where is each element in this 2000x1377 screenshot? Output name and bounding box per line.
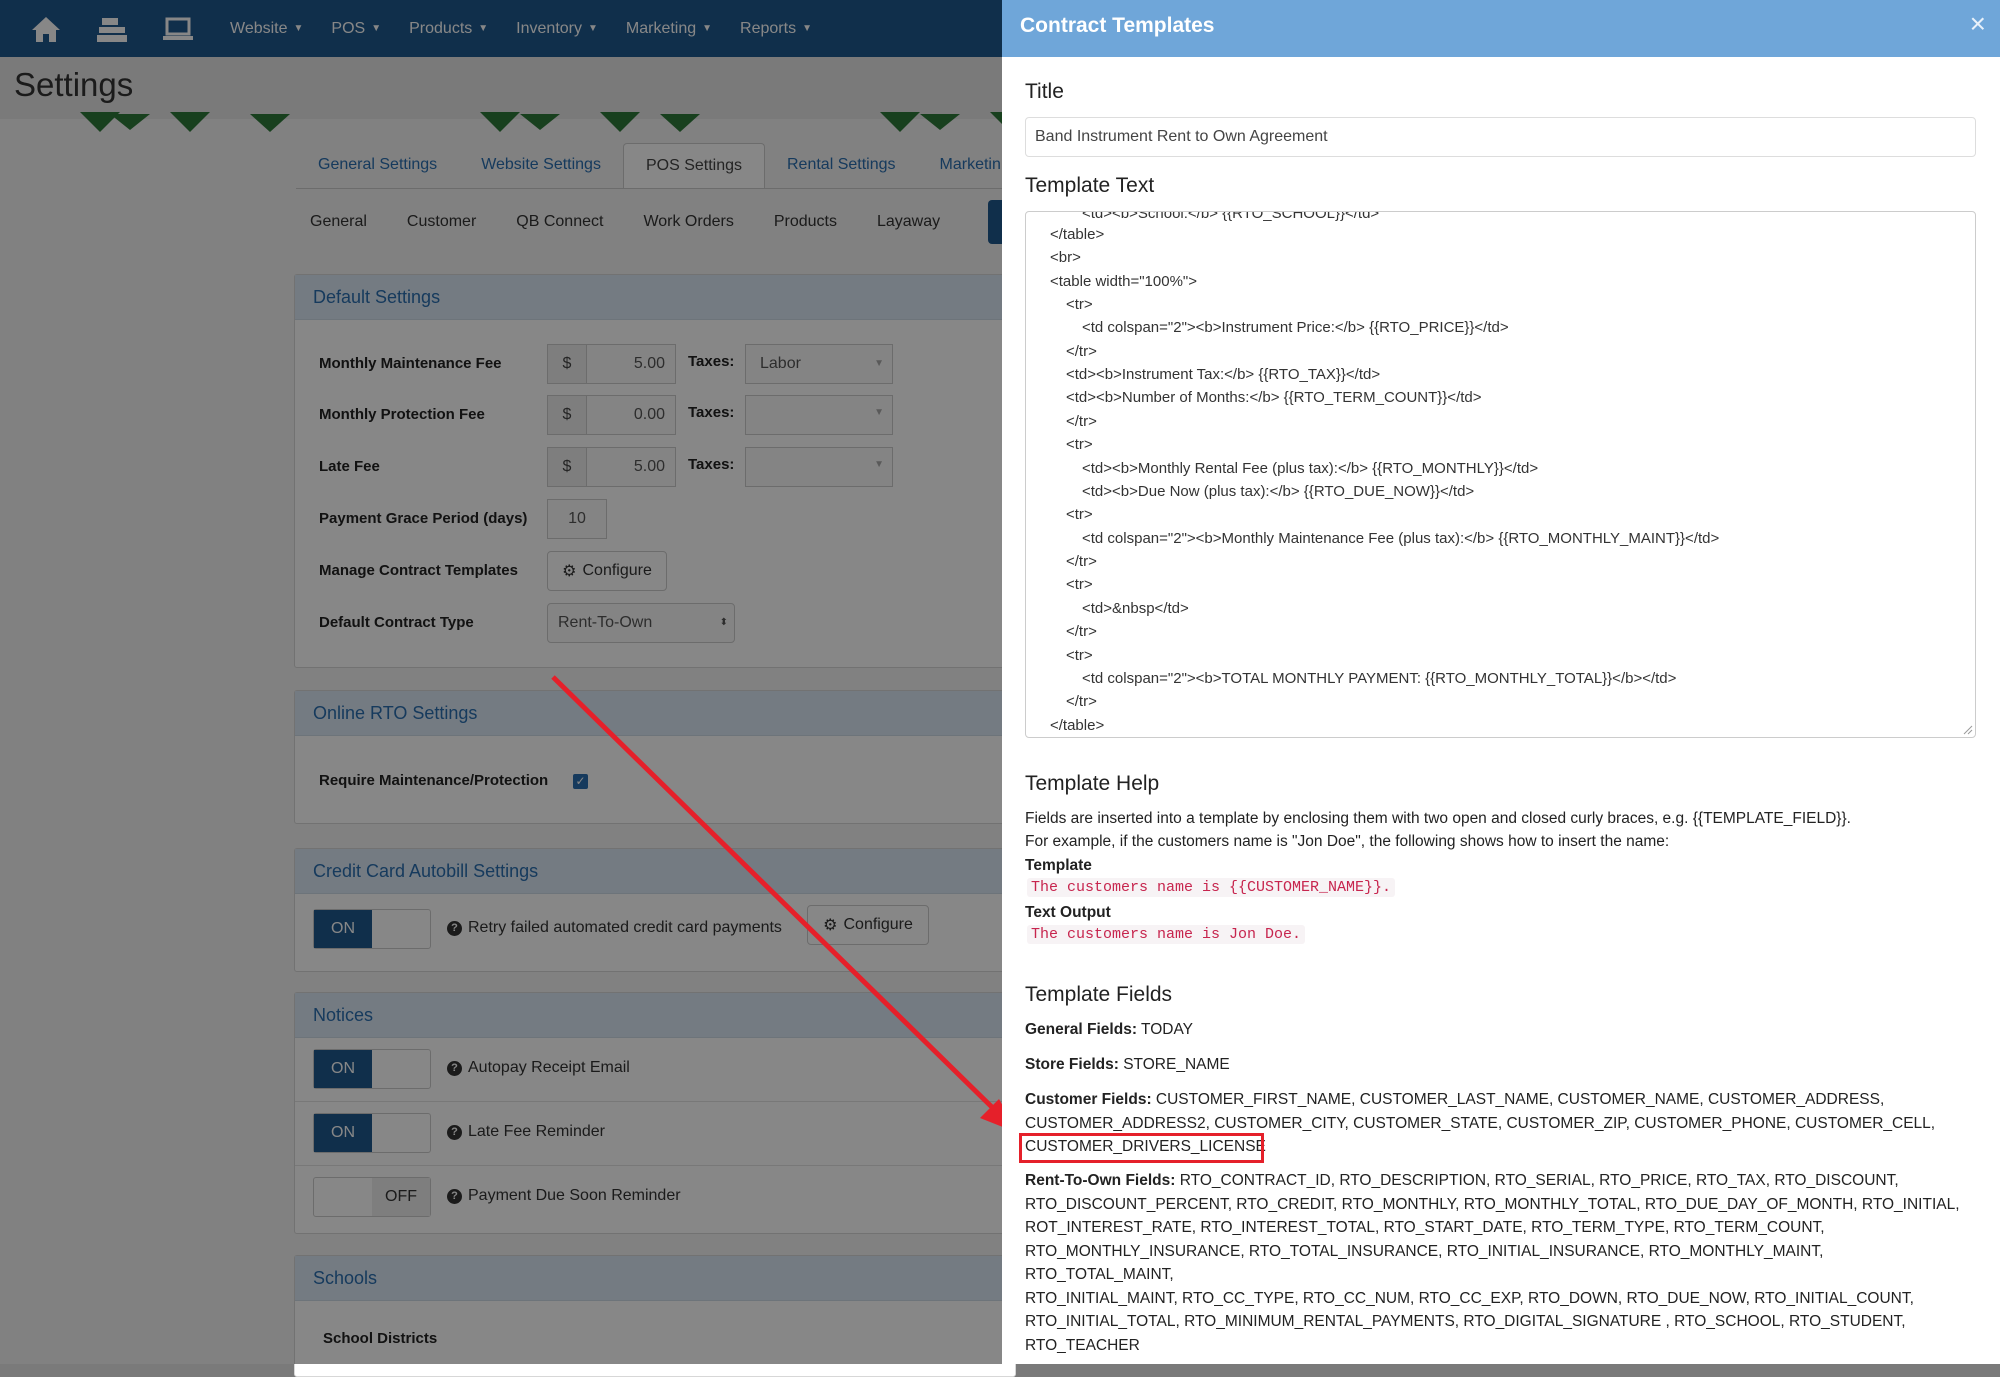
rto-fields-line: ROT_INTEREST_RATE, RTO_INTEREST_TOTAL, R… (1025, 1219, 1825, 1236)
title-label: Title (1025, 80, 1064, 103)
rto-fields-line: RTO_TEACHER (1025, 1336, 1140, 1354)
template-title-input[interactable]: Band Instrument Rent to Own Agreement (1025, 117, 1976, 157)
code-line: <br> (1050, 249, 1081, 266)
template-text-area[interactable]: <td><b>School:</b> {{RTO_SCHOOL}}</td> <… (1025, 211, 1976, 738)
code-line: <td><b>Instrument Tax:</b> {{RTO_TAX}}</… (1066, 366, 1381, 383)
help-line-2: For example, if the customers name is "J… (1025, 833, 1670, 850)
modal-title: Contract Templates (1020, 14, 1215, 37)
code-line: <td><b>Number of Months:</b> {{RTO_TERM_… (1066, 389, 1482, 406)
code-line: <tr> (1066, 296, 1093, 313)
rto-fields-line: RTO_INITIAL_TOTAL, RTO_MINIMUM_RENTAL_PA… (1025, 1313, 1906, 1330)
close-icon[interactable]: × (1970, 8, 1986, 40)
code-line: <td colspan="2"><b>TOTAL MONTHLY PAYMENT… (1082, 670, 1677, 687)
text-output-code: The customers name is Jon Doe. (1027, 925, 1306, 944)
code-line: <tr> (1066, 436, 1093, 453)
general-fields-label: General Fields: (1025, 1021, 1137, 1038)
code-line: </tr> (1066, 623, 1097, 640)
code-line: <table width="100%"> (1050, 273, 1198, 290)
rto-fields-line: RTO_CONTRACT_ID, RTO_DESCRIPTION, RTO_SE… (1179, 1172, 1899, 1189)
customer-fields-line: CUSTOMER_FIRST_NAME, CUSTOMER_LAST_NAME,… (1155, 1091, 1885, 1108)
code-line: <tr> (1066, 576, 1093, 593)
template-example-label: Template (1025, 857, 1092, 874)
template-text-label: Template Text (1025, 174, 1155, 197)
code-line: <td><b>Monthly Rental Fee (plus tax):</b… (1082, 460, 1539, 477)
code-line: </tr> (1066, 413, 1097, 430)
store-fields-value: STORE_NAME (1123, 1056, 1230, 1073)
general-fields-value: TODAY (1141, 1021, 1193, 1038)
rto-fields-line: RTO_INITIAL_MAINT, RTO_CC_TYPE, RTO_CC_N… (1025, 1289, 1914, 1307)
rto-fields: Rent-To-Own Fields: RTO_CONTRACT_ID, RTO… (1025, 1169, 1975, 1357)
code-line: <tr> (1066, 506, 1093, 523)
code-line: <td><b>Due Now (plus tax):</b> {{RTO_DUE… (1082, 483, 1475, 500)
modal-header: Contract Templates × (1002, 0, 2000, 57)
code-line: </tr> (1066, 553, 1097, 570)
code-line: <td colspan="2"><b>Monthly Maintenance F… (1082, 530, 1720, 547)
template-help-heading: Template Help (1025, 772, 1160, 795)
annotation-highlight-box (1019, 1133, 1264, 1163)
code-line: <tr> (1066, 647, 1093, 664)
customer-fields-label: Customer Fields: (1025, 1091, 1152, 1108)
customer-fields-line: CUSTOMER_ADDRESS2, CUSTOMER_CITY, CUSTOM… (1025, 1114, 1936, 1132)
general-fields: General Fields: TODAY (1025, 1018, 1975, 1042)
code-line: </table> (1050, 717, 1105, 734)
code-line: </tr> (1066, 693, 1097, 710)
rto-fields-label: Rent-To-Own Fields: (1025, 1172, 1176, 1189)
help-line-1: Fields are inserted into a template by e… (1025, 810, 1851, 827)
store-fields: Store Fields: STORE_NAME (1025, 1053, 1975, 1077)
template-fields-heading: Template Fields (1025, 983, 1173, 1006)
text-output-label: Text Output (1025, 904, 1111, 921)
store-fields-label: Store Fields: (1025, 1056, 1119, 1073)
code-line: <td><b>School:</b> {{RTO_SCHOOL}}</td> (1082, 211, 1380, 222)
rto-fields-line: RTO_DISCOUNT_PERCENT, RTO_CREDIT, RTO_MO… (1025, 1195, 1960, 1213)
template-example-code: The customers name is {{CUSTOMER_NAME}}. (1027, 878, 1396, 897)
code-line: </table> (1050, 226, 1105, 243)
code-line: <td>&nbsp</td> (1082, 600, 1189, 617)
resize-handle-icon[interactable] (1963, 725, 1973, 735)
code-line: <td colspan="2"><b>Instrument Price:</b>… (1082, 319, 1509, 336)
code-line: </tr> (1066, 343, 1097, 360)
rto-fields-line: RTO_MONTHLY_INSURANCE, RTO_TOTAL_INSURAN… (1025, 1242, 1824, 1284)
